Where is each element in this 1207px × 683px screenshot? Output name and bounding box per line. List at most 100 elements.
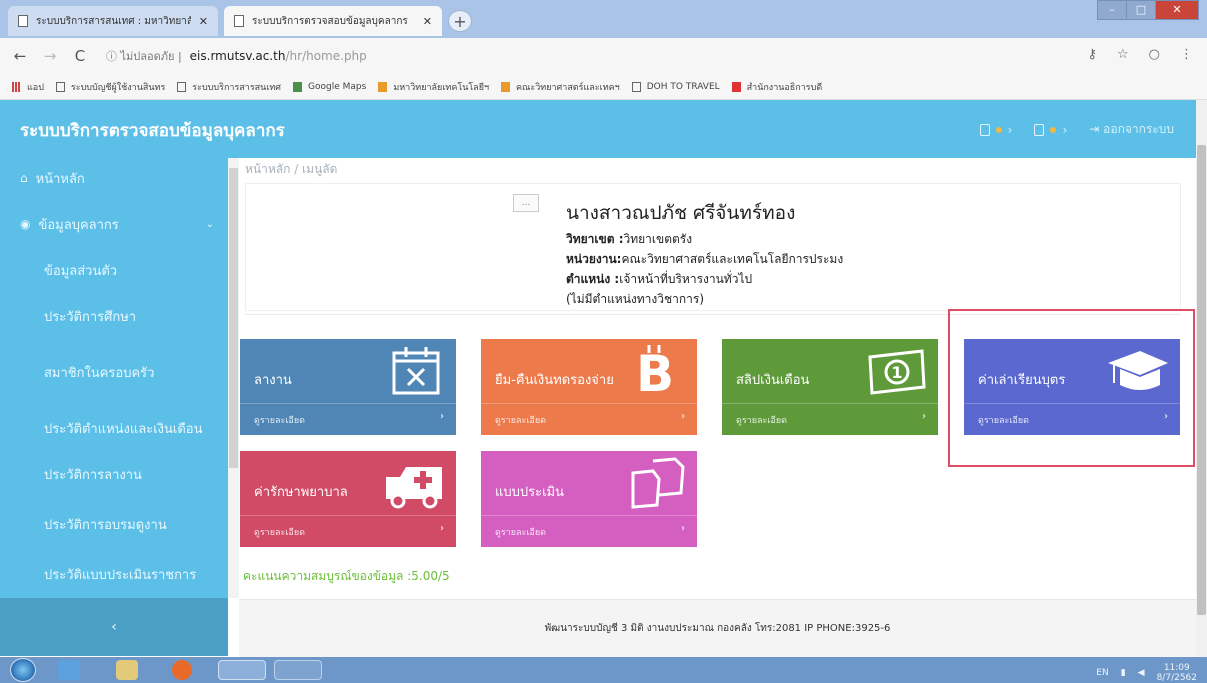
campus-value: วิทยาเขตตรัง	[623, 232, 693, 246]
menu-icon[interactable]: ⋮	[1180, 47, 1193, 62]
tile-medical[interactable]: ค่ารักษาพยาบาล ดูรายละเอียด ›	[240, 451, 456, 547]
bookmark-item[interactable]: Google Maps	[293, 81, 366, 92]
tile-footer[interactable]: ดูรายละเอียด ›	[240, 403, 456, 435]
reload-icon[interactable]: C	[70, 47, 90, 65]
minimize-button[interactable]: –	[1097, 0, 1127, 20]
star-icon[interactable]: ☆	[1117, 47, 1129, 62]
internet-explorer-icon[interactable]	[58, 660, 80, 680]
clock-time: 11:09	[1163, 663, 1190, 673]
tile-more-link[interactable]: ดูรายละเอียด	[254, 525, 305, 539]
tile-label: สลิปเงินเดือน	[736, 373, 810, 388]
page-icon	[18, 15, 28, 27]
tile-label: ค่ารักษาพยาบาล	[254, 485, 348, 500]
network-icon[interactable]: ▮	[1121, 668, 1126, 678]
bookmark-item[interactable]: ระบบบัญชีผู้ใช้งานสินทร	[55, 80, 165, 94]
scrollbar-thumb[interactable]	[1197, 145, 1206, 615]
bookmark-item[interactable]: DOH TO TRAVEL	[631, 81, 720, 92]
sidebar-group-label: ข้อมูลบุคลากร	[38, 217, 119, 233]
tile-footer[interactable]: ดูรายละเอียด ›	[240, 515, 456, 547]
sidebar-item-leave[interactable]: ประวัติการลางาน	[0, 454, 228, 494]
sidebar-scrollbar[interactable]	[228, 158, 239, 598]
start-button[interactable]	[10, 658, 36, 682]
tile-more-link[interactable]: ดูรายละเอียด	[495, 525, 546, 539]
unit-value: คณะวิทยาศาสตร์และเทคโนโลยีการประมง	[621, 252, 844, 266]
profile-academic: (ไม่มีตำแหน่งทางวิชาการ)	[566, 292, 705, 306]
banknote-icon: 1	[868, 349, 926, 395]
badge-dot	[1050, 126, 1057, 133]
security-indicator[interactable]: ⓘ ไม่ปลอดภัย |	[106, 47, 182, 65]
tile-label: ลางาน	[254, 373, 292, 388]
browser-tab-2[interactable]: ระบบบริการตรวจสอบข้อมูลบุคลากร ✕	[224, 6, 442, 36]
profile-card: ... นางสาวณปภัช ศรีจันทร์ทอง วิทยาเขต :ว…	[245, 183, 1181, 311]
campus-label: วิทยาเขต :	[566, 232, 624, 246]
browser-tab-1[interactable]: ระบบบริการสารสนเทศ : มหาวิทยาลัย ✕	[8, 6, 218, 36]
tile-more-link[interactable]: ดูรายละเอียด	[254, 413, 305, 427]
maximize-button[interactable]: □	[1126, 0, 1156, 20]
sidebar-item-position-salary[interactable]: ประวัติตำแหน่งและเงินเดือน	[0, 408, 228, 448]
word-taskbar-button[interactable]	[274, 660, 322, 680]
tile-footer[interactable]: ดูรายละเอียด ›	[481, 403, 697, 435]
url-path[interactable]: /hr/home.php	[285, 49, 366, 63]
sidebar-group-personnel[interactable]: ◉ ข้อมูลบุคลากร ⌄	[0, 204, 228, 244]
chrome-taskbar-button[interactable]	[218, 660, 266, 680]
sidebar-collapse-button[interactable]: ‹	[0, 598, 228, 656]
bookmark-item[interactable]: สำนักงานอธิการบดี	[731, 80, 822, 94]
notification-button[interactable]: ›	[979, 123, 1012, 137]
back-icon[interactable]: ←	[10, 47, 30, 65]
sidebar-item-label: ประวัติการศึกษา	[44, 309, 137, 325]
chevron-right-icon: ›	[440, 523, 444, 534]
calendar-button[interactable]: ›	[1034, 123, 1067, 137]
tile-evaluation[interactable]: แบบประเมิน ดูรายละเอียด ›	[481, 451, 697, 547]
sidebar-item-evaluation[interactable]: ประวัติแบบประเมินราชการ	[0, 554, 228, 594]
extension-icon[interactable]: ○	[1149, 47, 1160, 62]
new-tab-button[interactable]: +	[448, 10, 472, 32]
bell-icon	[979, 123, 990, 136]
tile-more-link[interactable]: ดูรายละเอียด	[495, 413, 546, 427]
close-tab-icon[interactable]: ✕	[423, 15, 432, 28]
clock-date: 8/7/2562	[1156, 673, 1197, 683]
bookmark-item[interactable]: ระบบบริการสารสนเทศ	[177, 80, 281, 94]
bookmark-label: ระบบบริการสารสนเทศ	[192, 82, 282, 93]
forward-icon[interactable]: →	[40, 47, 60, 65]
profile-unit: หน่วยงาน:คณะวิทยาศาสตร์และเทคโนโลยีการปร…	[566, 250, 843, 269]
sidebar-item-home[interactable]: ⌂ หน้าหลัก	[0, 158, 228, 198]
calendar-x-icon	[392, 347, 440, 395]
tile-payslip[interactable]: สลิปเงินเดือน 1 ดูรายละเอียด ›	[722, 339, 938, 435]
close-window-button[interactable]: ✕	[1155, 0, 1199, 20]
apps-icon	[12, 81, 21, 92]
volume-icon[interactable]: ◀	[1138, 668, 1145, 678]
logout-button[interactable]: ⇥ ออกจากระบบ	[1089, 120, 1174, 139]
key-icon[interactable]: ⚷	[1087, 47, 1097, 62]
bookmark-apps[interactable]: แอป	[12, 80, 44, 94]
documents-icon	[631, 457, 685, 509]
sidebar-item-training[interactable]: ประวัติการอบรมดูงาน	[0, 504, 228, 544]
position-value: เจ้าหน้าที่บริหารงานทั่วไป	[619, 272, 753, 286]
sidebar-item-family[interactable]: สมาชิกในครอบครัว	[0, 352, 228, 392]
profile-position: ตำแหน่ง :เจ้าหน้าที่บริหารงานทั่วไป	[566, 270, 752, 289]
clock[interactable]: 11:09 8/7/2562	[1157, 663, 1197, 683]
chevron-left-icon: ‹	[111, 619, 117, 635]
tab-title: ระบบบริการสารสนเทศ : มหาวิทยาลัย	[36, 15, 191, 27]
sidebar-item-label: ประวัติการอบรมดูงาน	[44, 517, 167, 533]
page-icon	[55, 81, 65, 92]
close-tab-icon[interactable]: ✕	[199, 15, 208, 28]
url-host[interactable]: eis.rmutsv.ac.th	[190, 49, 286, 63]
tile-footer[interactable]: ดูรายละเอียด ›	[481, 515, 697, 547]
tile-footer[interactable]: ดูรายละเอียด ›	[722, 403, 938, 435]
media-player-icon[interactable]	[172, 660, 192, 680]
chevron-down-icon: ⌄	[205, 218, 214, 230]
tile-advance[interactable]: ยืม-คืนเงินทดรองจ่าย B ดูรายละเอียด ›	[481, 339, 697, 435]
ambulance-icon	[386, 467, 442, 509]
page-footer: พัฒนาระบบบัญชี 3 มิติ งานงบประมาณ กองคลั…	[239, 599, 1196, 657]
page-scrollbar[interactable]	[1196, 100, 1207, 660]
sidebar-item-personal[interactable]: ข้อมูลส่วนตัว	[0, 250, 228, 290]
svg-text:B: B	[636, 345, 674, 397]
bookmark-item[interactable]: มหาวิทยาลัยเทคโนโลยีฯ	[378, 80, 489, 94]
scrollbar-thumb[interactable]	[229, 168, 238, 468]
tile-leave[interactable]: ลางาน ดูรายละเอียด ›	[240, 339, 456, 435]
file-explorer-icon[interactable]	[116, 660, 138, 680]
language-indicator[interactable]: EN	[1096, 668, 1108, 678]
bookmark-item[interactable]: คณะวิทยาศาสตร์และเทคฯ	[501, 80, 620, 94]
tile-more-link[interactable]: ดูรายละเอียด	[736, 413, 787, 427]
sidebar-item-education[interactable]: ประวัติการศึกษา	[0, 296, 228, 336]
